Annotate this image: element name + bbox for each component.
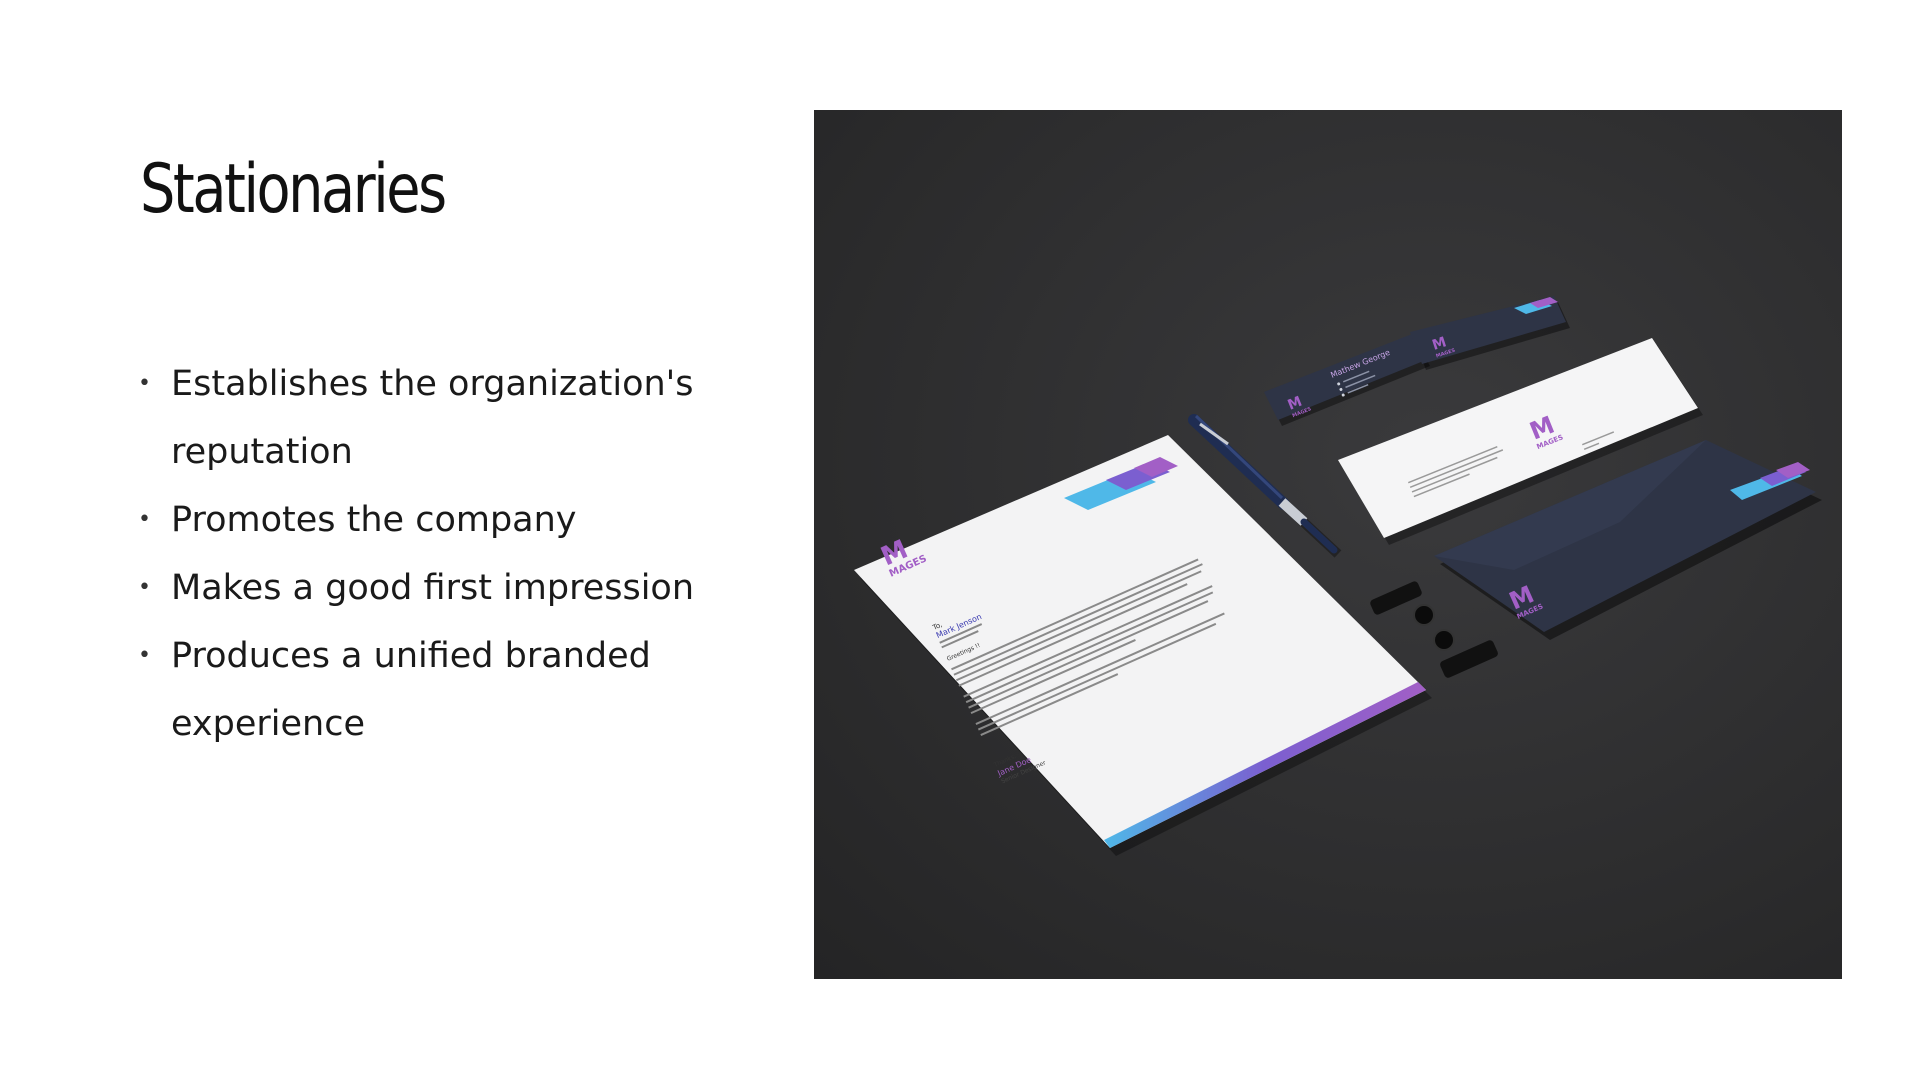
bullet-item: Promotes the company: [138, 486, 738, 554]
slide-title: Stationaries: [140, 150, 447, 229]
bullet-item: Establishes the organization's reputatio…: [138, 350, 738, 486]
business-card-back: M MAGES: [1410, 296, 1570, 370]
stationery-mockup-svg: M MAGES To, Mark Jenson Greetings !! Tha…: [854, 296, 1822, 856]
bullet-list: Establishes the organization's reputatio…: [138, 350, 738, 758]
bullet-item: Makes a good first impression: [138, 554, 738, 622]
business-card-front: M MAGES Mathew George: [1264, 334, 1430, 426]
letterhead-paper: [854, 435, 1426, 848]
stationery-mockup-image: M MAGES To, Mark Jenson Greetings !! Tha…: [814, 110, 1842, 979]
letterhead: M MAGES To, Mark Jenson Greetings !! Tha…: [854, 435, 1432, 856]
bullet-item: Produces a unified branded experience: [138, 622, 738, 758]
